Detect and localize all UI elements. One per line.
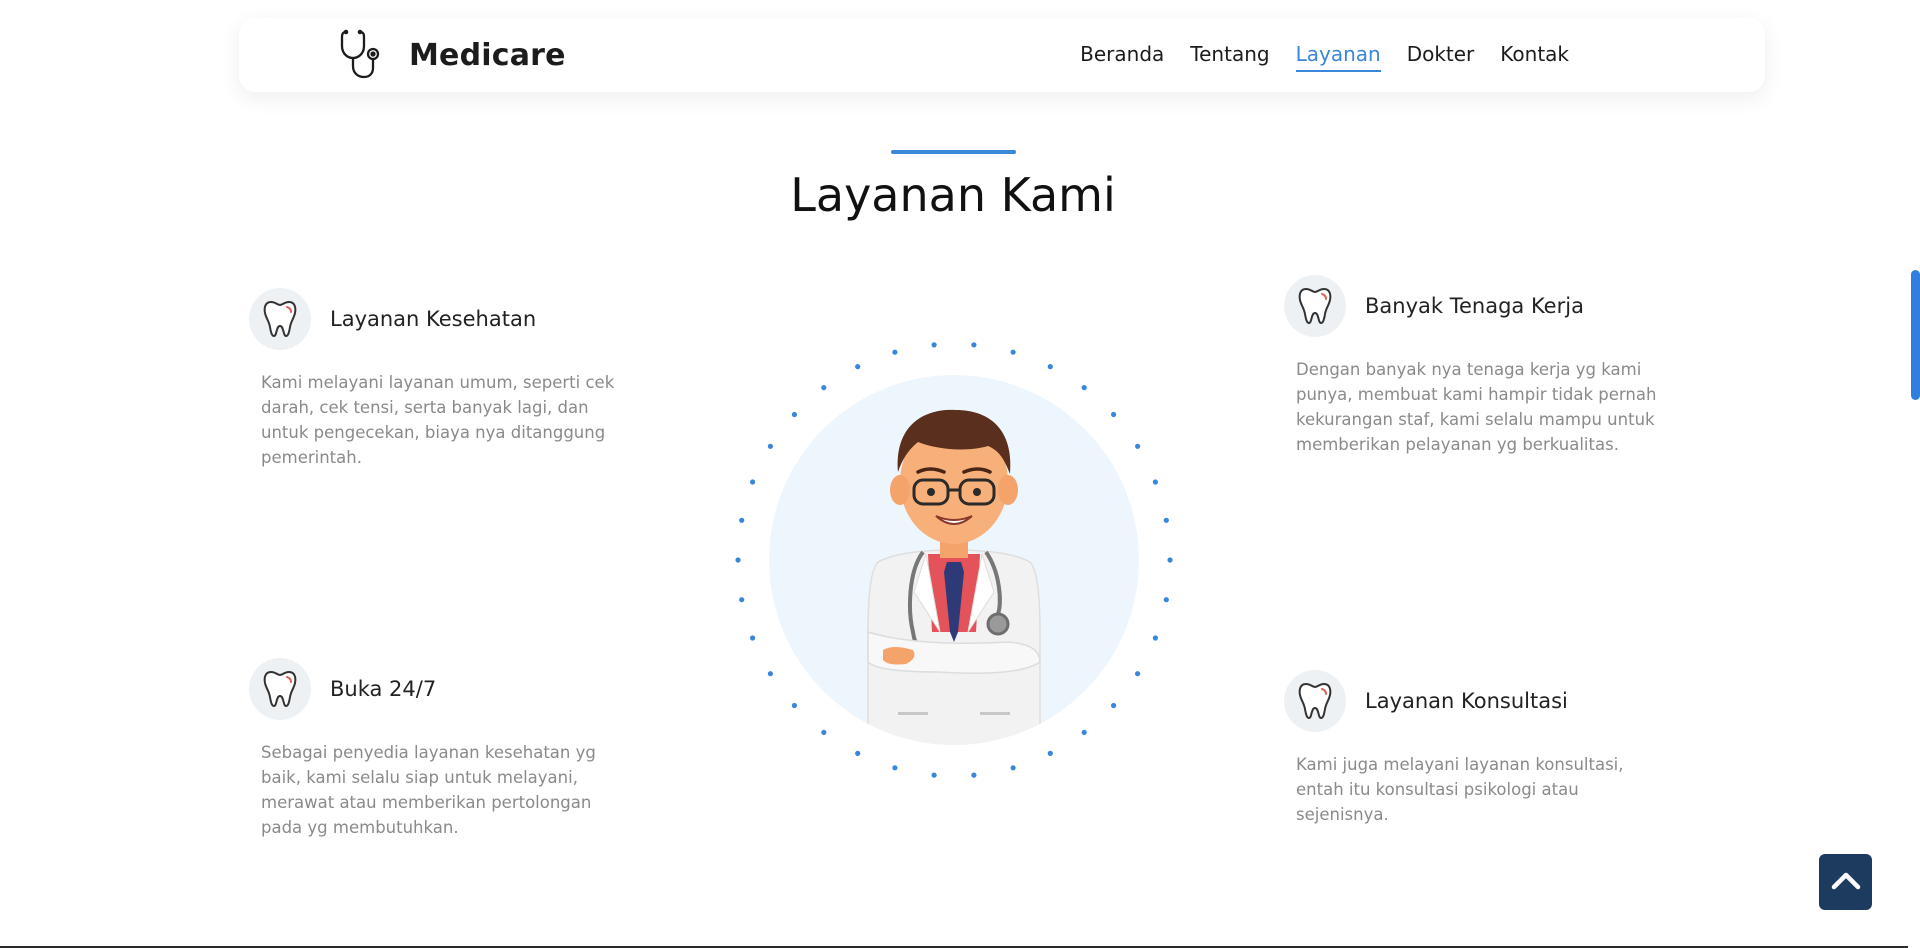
doctor-illustration xyxy=(718,332,1174,788)
decorative-dot xyxy=(1010,349,1016,355)
tooth-icon xyxy=(1284,670,1346,732)
decorative-dot xyxy=(855,750,861,756)
decorative-dot xyxy=(1111,411,1117,418)
feature-card-layanan-kesehatan: Layanan Kesehatan Kami melayani layanan … xyxy=(249,288,629,470)
decorative-dot xyxy=(739,517,745,523)
decorative-dot xyxy=(767,443,773,449)
navbar: Medicare Beranda Tentang Layanan Dokter … xyxy=(239,18,1765,92)
page: Medicare Beranda Tentang Layanan Dokter … xyxy=(0,0,1920,948)
feature-card-banyak-tenaga-kerja: Banyak Tenaga Kerja Dengan banyak nya te… xyxy=(1284,275,1664,457)
decorative-dot xyxy=(1135,671,1141,677)
decorative-dot xyxy=(1167,557,1173,563)
feature-description: Dengan banyak nya tenaga kerja yg kami p… xyxy=(1296,360,1657,454)
decorative-dot xyxy=(931,342,937,348)
main-nav: Beranda Tentang Layanan Dokter Kontak xyxy=(1054,18,1569,92)
decorative-dot xyxy=(855,364,861,370)
feature-card-layanan-konsultasi: Layanan Konsultasi Kami juga melayani la… xyxy=(1284,670,1664,827)
decorative-dot xyxy=(739,597,745,603)
feature-title: Layanan Konsultasi xyxy=(1365,689,1568,713)
decorative-dot xyxy=(971,342,977,348)
decorative-dot xyxy=(892,349,898,355)
feature-title: Banyak Tenaga Kerja xyxy=(1365,294,1584,318)
feature-title: Buka 24/7 xyxy=(330,677,437,701)
decorative-dot xyxy=(1135,443,1141,449)
decorative-dot xyxy=(1047,750,1053,756)
decorative-dot xyxy=(1047,364,1053,370)
nav-item-beranda[interactable]: Beranda xyxy=(1080,42,1164,68)
decorative-dot xyxy=(821,385,827,391)
decorative-dot xyxy=(892,765,898,771)
tooth-icon xyxy=(249,658,311,720)
decorative-dot xyxy=(1111,702,1117,709)
feature-description: Sebagai penyedia layanan kesehatan yg ba… xyxy=(261,743,596,837)
section-title: Layanan Kami xyxy=(790,168,1116,222)
decorative-dot xyxy=(1152,635,1158,641)
feature-header: Banyak Tenaga Kerja xyxy=(1284,275,1664,337)
decorative-dot xyxy=(821,729,827,735)
decorative-dot xyxy=(971,772,977,778)
nav-item-tentang[interactable]: Tentang xyxy=(1190,42,1269,68)
decorative-dot xyxy=(1081,385,1087,391)
brand-name: Medicare xyxy=(409,37,566,73)
nav-item-dokter[interactable]: Dokter xyxy=(1407,42,1475,68)
decorative-dot xyxy=(931,772,937,778)
decorative-dot xyxy=(791,702,797,709)
decorative-dot xyxy=(750,635,756,641)
feature-header: Buka 24/7 xyxy=(249,658,629,720)
feature-title: Layanan Kesehatan xyxy=(330,307,537,331)
feature-description: Kami melayani layanan umum, seperti cek … xyxy=(261,373,615,467)
decorative-dot xyxy=(1163,597,1169,603)
decorative-dot xyxy=(735,557,741,563)
feature-description: Kami juga melayani layanan konsultasi, e… xyxy=(1296,755,1624,824)
decorative-dot xyxy=(750,479,756,485)
page-scrollbar[interactable] xyxy=(1908,0,1920,948)
chevron-up-icon xyxy=(1831,870,1861,894)
feature-header: Layanan Konsultasi xyxy=(1284,670,1664,732)
feature-card-buka-24-7: Buka 24/7 Sebagai penyedia layanan keseh… xyxy=(249,658,629,840)
tooth-icon xyxy=(249,288,311,350)
scrollbar-thumb[interactable] xyxy=(1911,270,1920,400)
decorative-dot xyxy=(1163,517,1169,523)
decorative-dot xyxy=(767,671,773,677)
section-title-accent-bar xyxy=(891,150,1016,154)
brand[interactable]: Medicare xyxy=(337,26,566,84)
feature-header: Layanan Kesehatan xyxy=(249,288,629,350)
decorative-dot xyxy=(1152,479,1158,485)
decorative-dot xyxy=(791,411,797,418)
nav-item-kontak[interactable]: Kontak xyxy=(1500,42,1569,68)
decorative-dot xyxy=(1081,729,1087,735)
stethoscope-icon xyxy=(337,26,391,84)
decorative-dot xyxy=(1010,765,1016,771)
back-to-top-button[interactable] xyxy=(1819,854,1872,910)
tooth-icon xyxy=(1284,275,1346,337)
nav-item-layanan[interactable]: Layanan xyxy=(1295,42,1381,72)
